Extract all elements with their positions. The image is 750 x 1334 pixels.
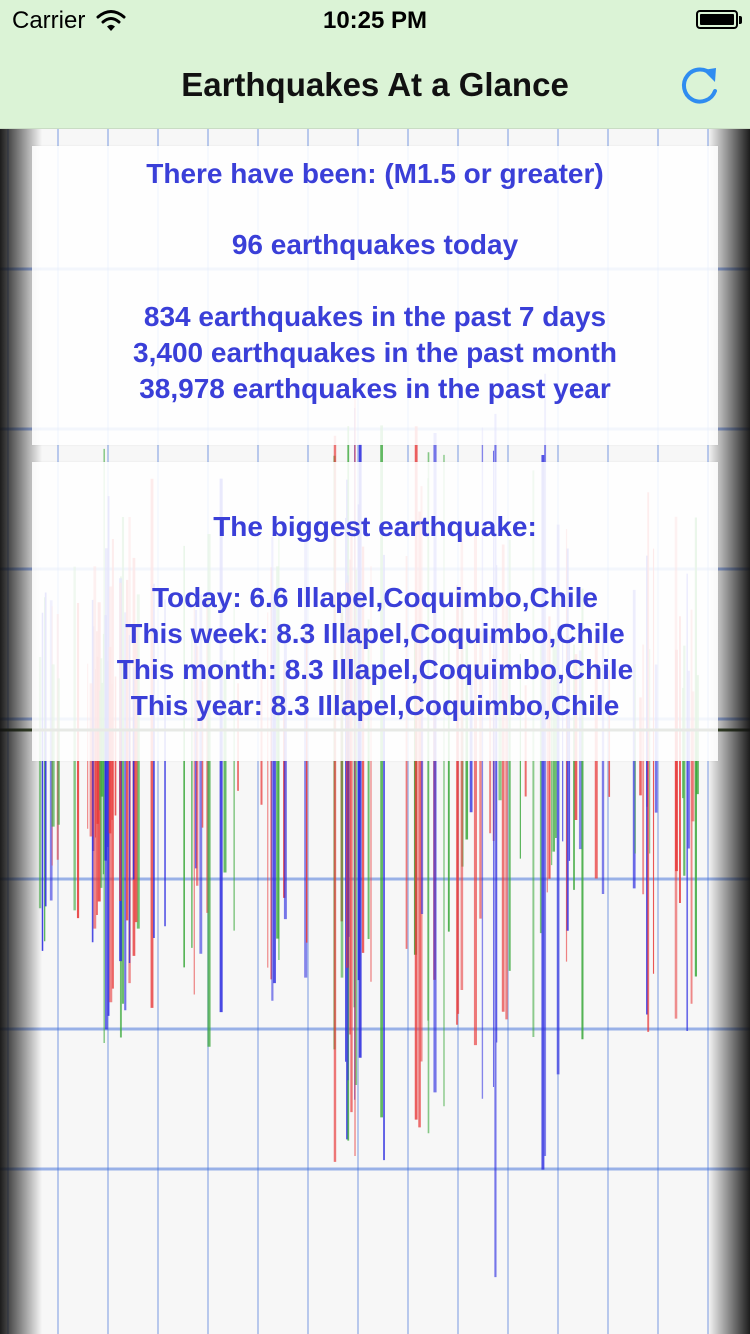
battery-tip (739, 16, 742, 24)
count-today: 96 earthquakes today (231, 229, 519, 260)
biggest-year: This year: 8.3 Illapel,Coquimbo,Chile (130, 690, 620, 721)
status-bar: Carrier 10:25 PM (0, 0, 750, 40)
earthquake-counts-card: There have been: (M1.5 or greater) 96 ea… (32, 146, 718, 445)
refresh-icon (681, 67, 717, 104)
biggest-earthquake-card: The biggest earthquake: Today: 6.6 Illap… (32, 462, 718, 761)
status-time: 10:25 PM (322, 7, 428, 34)
biggest-week: This week: 8.3 Illapel,Coquimbo,Chile (125, 618, 625, 649)
counts-header: There have been: (M1.5 or greater) (146, 158, 604, 189)
page-title: Earthquakes At a Glance (181, 66, 569, 103)
count-week: 834 earthquakes in the past 7 days (143, 301, 607, 332)
biggest-header: The biggest earthquake: (213, 511, 537, 542)
biggest-month: This month: 8.3 Illapel,Coquimbo,Chile (116, 654, 634, 685)
biggest-today: Today: 6.6 Illapel,Coquimbo,Chile (152, 582, 598, 613)
refresh-button[interactable] (676, 60, 724, 108)
count-month: 3,400 earthquakes in the past month (133, 337, 617, 368)
count-year: 38,978 earthquakes in the past year (139, 373, 611, 404)
battery-icon (696, 10, 738, 29)
navigation-bar: Earthquakes At a Glance (0, 40, 750, 129)
